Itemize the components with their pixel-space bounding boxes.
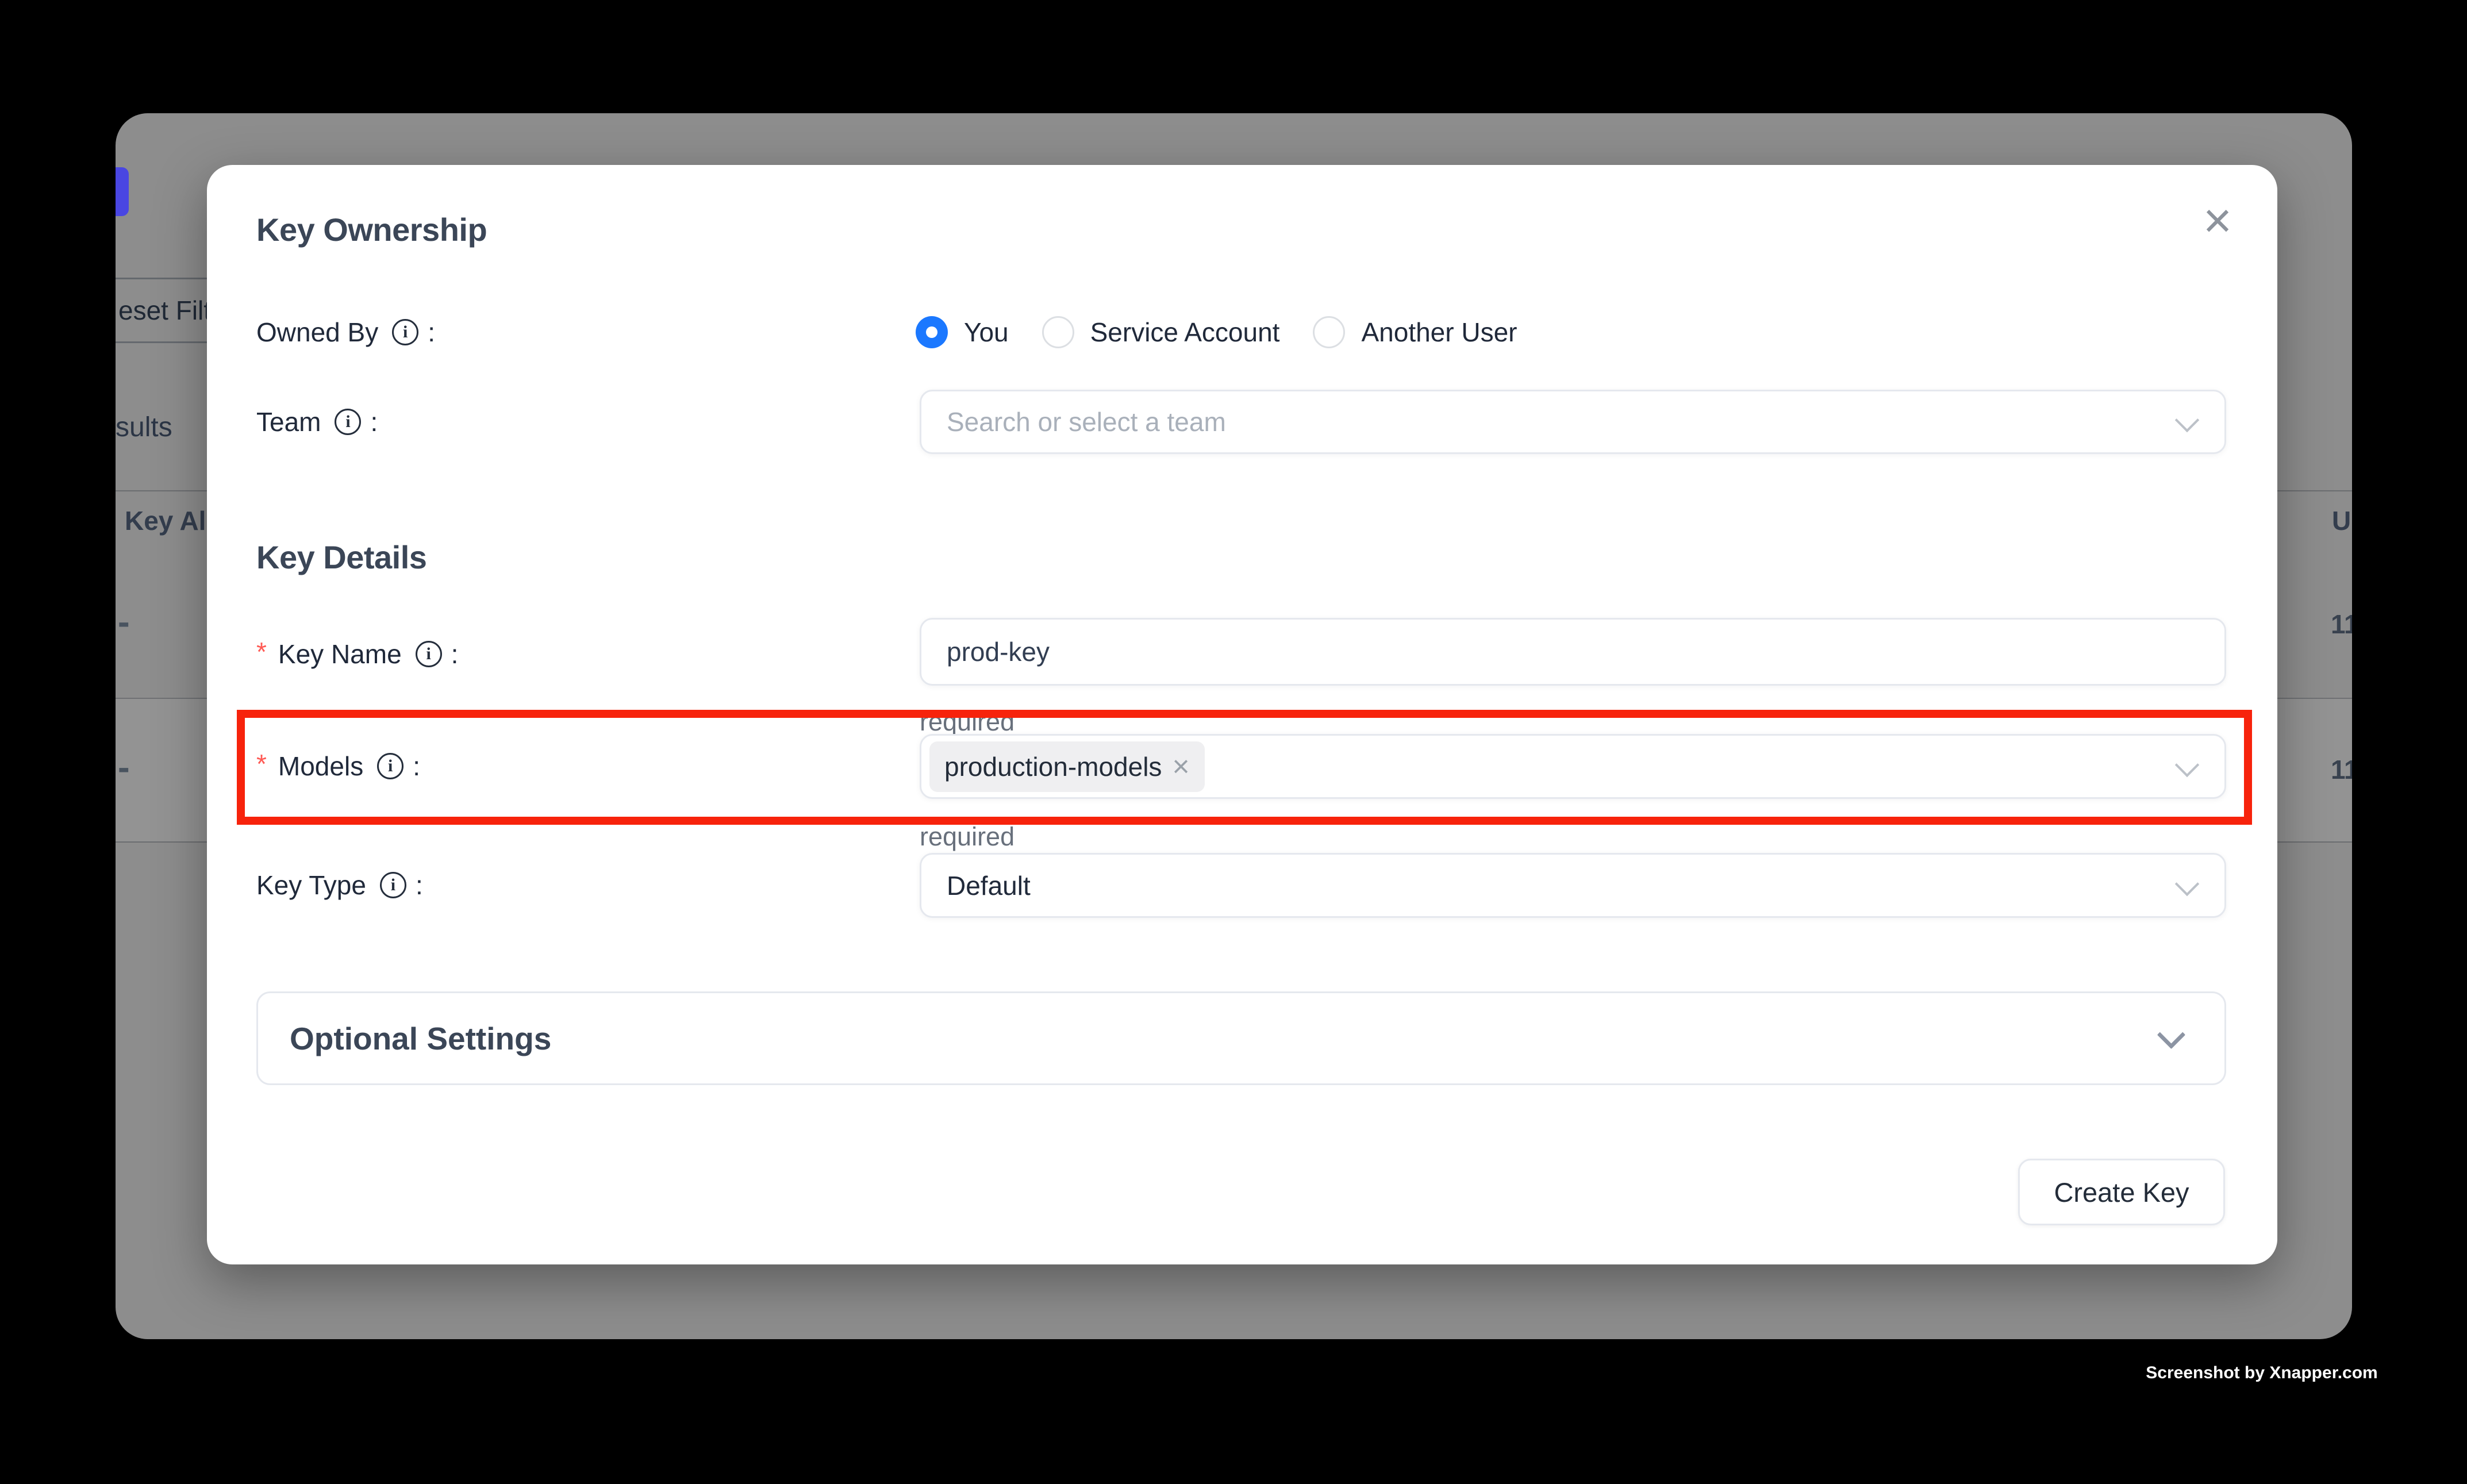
info-icon: i [380, 872, 406, 898]
column-header-updated: Up [2332, 505, 2352, 536]
owned-by-label-text: Owned By [256, 317, 378, 348]
key-name-label: * Key Name i: [256, 631, 458, 677]
optional-settings-title: Optional Settings [290, 1020, 551, 1057]
table-cell-updated: 11/ [2331, 754, 2352, 785]
info-icon: i [335, 409, 361, 435]
key-name-input[interactable] [920, 618, 2226, 686]
label-colon: : [451, 639, 459, 670]
radio-option-service-account[interactable]: Service Account [1042, 316, 1280, 348]
models-select[interactable]: production-models × [920, 734, 2226, 799]
table-cell-updated: 11/ [2331, 609, 2352, 640]
radio-option-you[interactable]: You [916, 316, 1009, 348]
required-asterisk: * [256, 748, 267, 779]
tag-remove-icon[interactable]: × [1172, 752, 1189, 782]
tag-label: production-models [944, 751, 1162, 782]
team-label-text: Team [256, 406, 321, 437]
xnapper-watermark: Screenshot by Xnapper.com [2135, 1363, 2388, 1383]
radio-option-another-user[interactable]: Another User [1313, 316, 1517, 348]
key-type-label-text: Key Type [256, 870, 366, 901]
chevron-down-icon [2176, 412, 2197, 432]
label-colon: : [416, 870, 423, 901]
info-icon: i [416, 641, 442, 667]
owned-by-label: Owned By i: [256, 309, 435, 355]
team-label: Teami: [256, 399, 378, 445]
key-type-label: Key Type i: [256, 862, 423, 908]
radio-icon[interactable] [1313, 316, 1345, 348]
label-colon: : [413, 751, 420, 782]
chevron-down-icon [2159, 1025, 2182, 1048]
optional-settings-header[interactable]: Optional Settings [256, 991, 2226, 1085]
label-colon: : [370, 406, 378, 437]
required-asterisk: * [256, 636, 267, 667]
results-count-fragment: sults [116, 412, 172, 443]
radio-label: You [964, 317, 1009, 348]
models-label-text: Models [278, 751, 363, 782]
create-key-modal: Key Ownership × Owned By i: You Service A… [207, 165, 2277, 1264]
models-label: * Modelsi: [256, 743, 420, 789]
key-name-label-text: Key Name [278, 639, 402, 670]
create-key-button[interactable]: Create Key [2018, 1159, 2225, 1225]
radio-label: Service Account [1090, 317, 1280, 348]
table-cell-alias: - [118, 602, 130, 643]
key-type-value: Default [947, 870, 1031, 901]
models-validation-message: required [920, 822, 1015, 852]
info-icon: i [392, 319, 418, 345]
section-title-key-details: Key Details [256, 539, 426, 576]
owned-by-radio-group: You Service Account Another User [916, 309, 1517, 355]
label-colon: : [428, 317, 435, 348]
info-icon: i [377, 753, 404, 779]
radio-icon[interactable] [1042, 316, 1074, 348]
chevron-down-icon [2176, 875, 2197, 896]
radio-label: Another User [1361, 317, 1517, 348]
chevron-down-icon [2176, 756, 2197, 777]
radio-icon[interactable] [916, 316, 948, 348]
key-name-validation-message: required [920, 707, 1015, 737]
table-right-column: Up 11/ 11/ [2276, 113, 2352, 1339]
section-title-key-ownership: Key Ownership [256, 211, 487, 248]
models-selected-tag: production-models × [929, 741, 1205, 792]
team-select[interactable]: Search or select a team [920, 390, 2226, 454]
close-icon[interactable]: × [2189, 192, 2246, 249]
create-key-button-fragment [116, 167, 129, 216]
table-cell-alias: - [118, 747, 130, 788]
key-type-select[interactable]: Default [920, 853, 2226, 918]
team-select-placeholder: Search or select a team [947, 406, 1226, 437]
